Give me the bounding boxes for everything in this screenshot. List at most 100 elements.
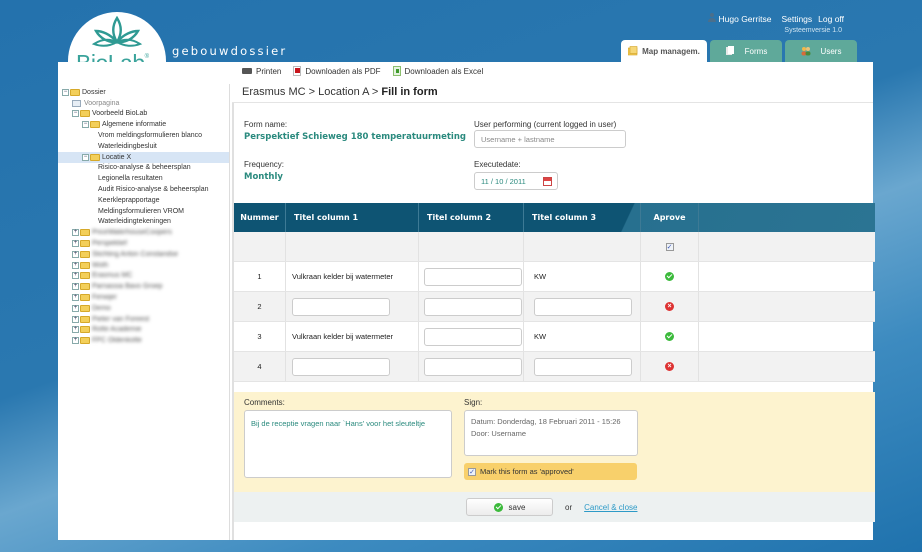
cell-input[interactable] [292,297,390,316]
tree-node[interactable]: + Stichting Anton Constandse [58,249,229,260]
tree-node[interactable]: − Dossier [58,87,229,98]
download-pdf-button[interactable]: Downloaden als PDF [293,66,381,76]
approve-all-checkbox[interactable]: ✓ [665,242,674,251]
cell-text: 4 [257,362,262,371]
download-excel-button[interactable]: Downloaden als Excel [392,66,484,76]
expand-icon[interactable]: + [72,229,79,237]
cell-input[interactable] [534,297,632,316]
cell-empty [699,352,875,381]
tree-node[interactable]: Vrom meldingsformulieren blanco [58,130,229,141]
tree-node[interactable]: Audit Risico-analyse & beheersplan [58,184,229,195]
tree-node-label: Rotte Academie [92,326,142,334]
calendar-icon[interactable] [543,177,552,186]
current-user[interactable]: Hugo Gerritse [707,13,771,24]
cell-col1 [286,232,419,261]
toolbar: Printen Downloaden als PDF Downloaden al… [242,66,483,76]
expand-icon[interactable]: + [72,261,79,269]
tree-node[interactable]: Waterleidingbesluit [58,141,229,152]
approve-checkbox[interactable]: ✓ [468,467,476,476]
cell-input[interactable] [292,357,390,376]
collapse-icon[interactable]: − [62,88,69,96]
cell-approve [641,322,699,351]
tree-node-label: Dossier [82,88,106,96]
cancel-close-link[interactable]: Cancel & close [584,503,637,512]
sign-label: Sign: [464,398,483,407]
cell-input[interactable] [534,357,632,376]
tree-node[interactable]: Waterleidingtekeningen [58,217,229,228]
tab-users[interactable]: Users [785,40,857,62]
save-button[interactable]: save [466,498,553,516]
tree-node[interactable]: + Perspektief [58,238,229,249]
tree-node[interactable]: + Erasmus MC [58,271,229,282]
sign-date: Datum: Donderdag, 18 Februari 2011 - 15:… [471,417,621,426]
cell-input[interactable] [424,357,522,376]
tree-node[interactable]: + Parnassia Bavo Groep [58,281,229,292]
tab-forms[interactable]: Forms [710,40,782,62]
tree-node[interactable]: − Algemene informatie [58,119,229,130]
tree-node[interactable]: + Pieter van Foreest [58,314,229,325]
tree-node[interactable]: − Voorbeeld BioLab [58,109,229,120]
tree-node-label: Woth [92,261,109,269]
rejected-icon[interactable]: × [665,362,674,371]
collapse-icon[interactable]: − [82,153,89,161]
expand-icon[interactable]: + [72,315,79,323]
cell-col3 [524,352,641,381]
tree-node[interactable]: Voorpagina [58,98,229,109]
folder-icon [628,46,638,56]
rejected-icon[interactable]: × [665,302,674,311]
folder-icon [80,261,90,269]
tree-node[interactable]: + Rotte Academie [58,325,229,336]
cell-input[interactable] [424,267,522,286]
expand-icon[interactable]: + [72,304,79,312]
tree-node-label: Erasmus MC [92,272,133,280]
tab-label: Map managem. [642,46,700,56]
expand-icon[interactable]: + [72,337,79,345]
user-bar: Hugo Gerritse Settings Log off [707,13,844,24]
tree-node[interactable]: + Ferwijer [58,292,229,303]
expand-icon[interactable]: + [72,272,79,280]
header-approve: Aprove [641,203,699,232]
settings-link[interactable]: Settings [781,14,812,24]
tree-node[interactable]: + FPC Oldenkotte [58,335,229,346]
expand-icon[interactable]: + [72,250,79,258]
tree-node[interactable]: Keerkleprapportage [58,195,229,206]
user-performing-input[interactable]: Username + lastname [474,130,626,148]
expand-icon[interactable]: + [72,326,79,334]
approve-form-toggle[interactable]: ✓ Mark this form as 'approved' [464,463,637,480]
tree-node[interactable]: + PriceWaterhouseCoopers [58,227,229,238]
print-button[interactable]: Printen [242,67,281,76]
logoff-link[interactable]: Log off [818,14,844,24]
comments-textarea[interactable]: Bij de receptie vragen naar `Hans' voor … [244,410,452,478]
cell-input[interactable] [424,327,522,346]
frequency-label: Frequency: [244,160,285,169]
approve-label: Mark this form as 'approved' [480,467,574,476]
expand-icon[interactable]: + [72,283,79,291]
tree-node[interactable]: + Demo [58,303,229,314]
tree-node[interactable]: + Woth [58,260,229,271]
folder-icon [80,294,90,302]
collapse-icon[interactable]: − [72,110,79,118]
collapse-icon[interactable]: − [82,121,89,129]
cell-approve: × [641,352,699,381]
folder-icon [80,315,90,323]
pdf-label: Downloaden als PDF [305,66,381,76]
cell-col2 [419,232,524,261]
cell-empty [699,262,875,291]
expand-icon[interactable]: + [72,240,79,248]
tree-node[interactable]: − Locatie X [58,151,229,163]
excel-label: Downloaden als Excel [404,66,484,76]
tree-node[interactable]: Meldingsformulieren VROM [58,206,229,217]
tree-node-label: Ferwijer [92,294,117,302]
tab-map-management[interactable]: Map managem. [621,40,707,62]
approved-icon[interactable] [665,332,674,341]
cell-input[interactable] [424,297,522,316]
tree-node[interactable]: Risico-analyse & beheersplan [58,163,229,174]
folder-icon [90,153,100,161]
breadcrumb-path[interactable]: Erasmus MC > Location A > [242,86,381,98]
cell-text: 3 [257,332,262,341]
tree-node[interactable]: Legionella resultaten [58,173,229,184]
expand-icon[interactable]: + [72,294,79,302]
tab-label: Users [820,46,842,56]
approved-icon[interactable] [665,272,674,281]
executedate-input[interactable]: 11 / 10 / 2011 [474,172,558,190]
